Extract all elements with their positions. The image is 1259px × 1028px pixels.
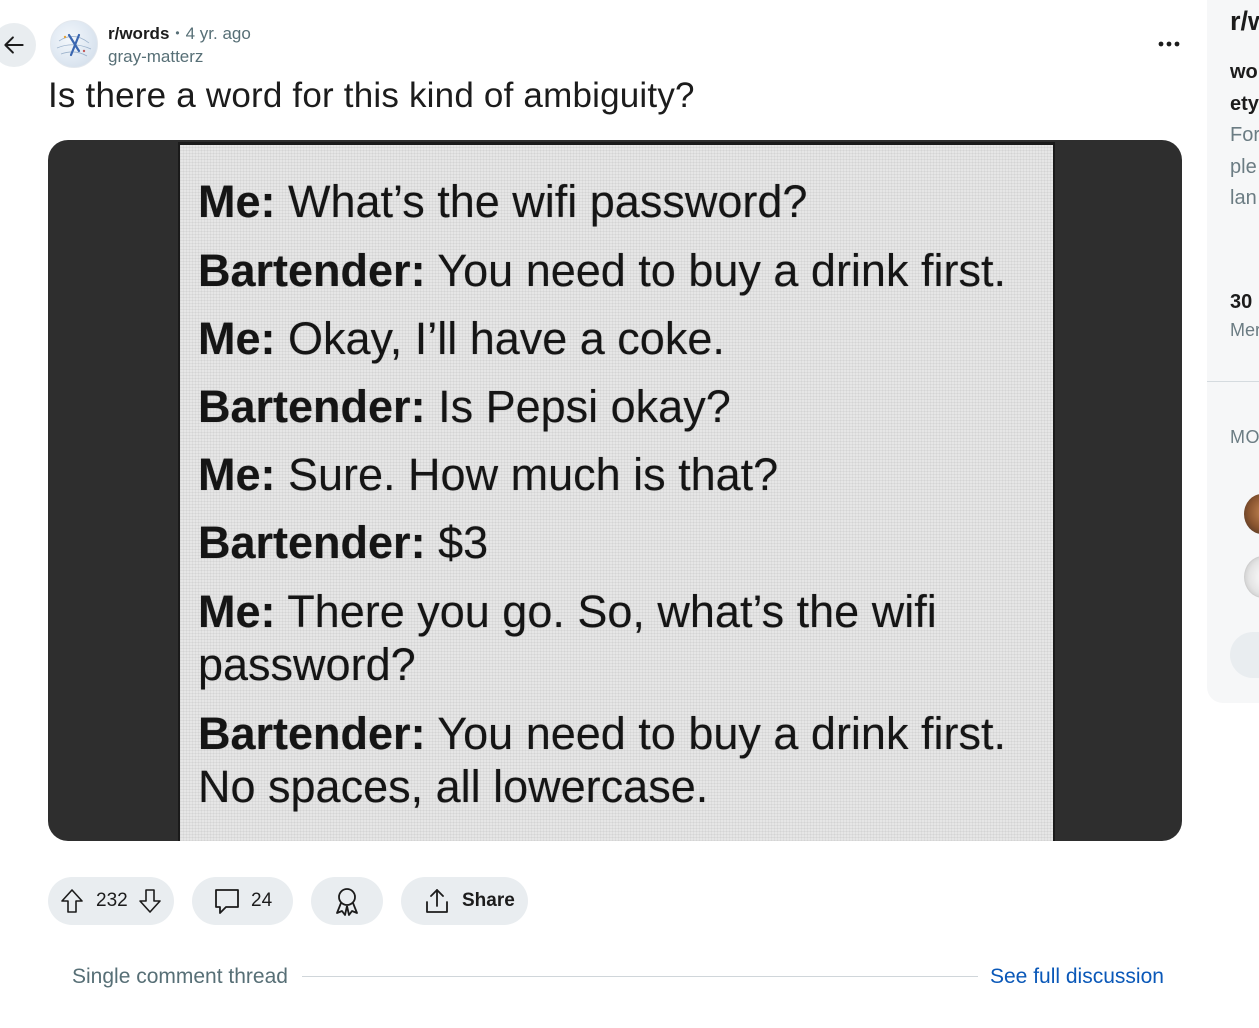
comment-icon — [212, 886, 242, 916]
more-options-button[interactable] — [1150, 30, 1188, 58]
comments-button[interactable]: 24 — [192, 877, 293, 925]
sidebar-desc-line: ple — [1230, 156, 1257, 178]
post-author[interactable]: gray-matterz — [108, 48, 251, 65]
thread-divider — [302, 976, 978, 977]
share-button[interactable]: Share — [401, 877, 528, 925]
thread-label: Single comment thread — [72, 965, 288, 988]
message-mods-button[interactable] — [1230, 632, 1259, 678]
image-text-line: Bartender: $3 — [198, 517, 489, 568]
post-title[interactable]: Is there a word for this kind of ambigui… — [48, 76, 695, 116]
sidebar-title[interactable]: r/w — [1230, 6, 1259, 37]
share-icon — [422, 886, 452, 916]
sidebar-divider — [1207, 381, 1259, 382]
meta-separator: • — [175, 26, 180, 40]
image-text-line: Me: There you go. So, what’s the wifi — [198, 586, 937, 637]
image-text-line: Me: Sure. How much is that? — [198, 449, 779, 500]
share-label: Share — [462, 890, 515, 911]
image-text-line: Bartender: You need to buy a drink first… — [198, 245, 1006, 296]
image-text-line: Me: Okay, I’ll have a coke. — [198, 313, 725, 364]
subreddit-name[interactable]: r/words — [108, 25, 169, 42]
upvote-icon[interactable] — [60, 888, 84, 914]
see-full-discussion-link[interactable]: See full discussion — [990, 965, 1164, 989]
award-icon — [331, 885, 363, 917]
moderator-avatar[interactable] — [1244, 494, 1259, 534]
moderators-heading: MO — [1230, 427, 1259, 447]
post-image[interactable]: Me: What’s the wifi password? Bartender:… — [48, 140, 1182, 841]
comment-count: 24 — [251, 890, 273, 911]
post-meta: r/words • 4 yr. ago gray-matterz — [108, 22, 251, 66]
vote-count: 232 — [96, 890, 128, 911]
image-text-line: Bartender: You need to buy a drink first… — [198, 708, 1006, 759]
image-text-line: password? — [198, 639, 416, 690]
post-page: r/words • 4 yr. ago gray-matterz Is ther… — [0, 0, 1259, 1028]
members-count: 30 — [1230, 291, 1253, 313]
image-text-line: Me: What’s the wifi password? — [198, 176, 808, 227]
image-text-line: Bartender: Is Pepsi okay? — [198, 381, 731, 432]
back-arrow-icon — [1, 32, 27, 58]
sidebar-desc-line: ety — [1230, 93, 1259, 115]
moderator-avatar[interactable] — [1244, 556, 1259, 598]
screen-photo: Me: What’s the wifi password? Bartender:… — [178, 142, 1055, 841]
vote-control: 232 — [48, 877, 174, 925]
award-button[interactable] — [311, 877, 383, 925]
sidebar-desc-line: lan — [1230, 187, 1257, 209]
downvote-icon[interactable] — [138, 888, 162, 914]
community-sidebar: r/w wo ety For ple lan 30 Mer MO — [1207, 0, 1259, 703]
sidebar-desc-line: For — [1230, 124, 1259, 146]
sidebar-desc-line: wo — [1230, 61, 1258, 83]
subreddit-avatar[interactable] — [50, 20, 98, 68]
back-button[interactable] — [0, 23, 36, 67]
post-age: 4 yr. ago — [185, 23, 251, 43]
more-options-icon — [1158, 41, 1180, 47]
members-label: Mer — [1230, 320, 1259, 340]
image-text-line: No spaces, all lowercase. — [198, 761, 709, 812]
